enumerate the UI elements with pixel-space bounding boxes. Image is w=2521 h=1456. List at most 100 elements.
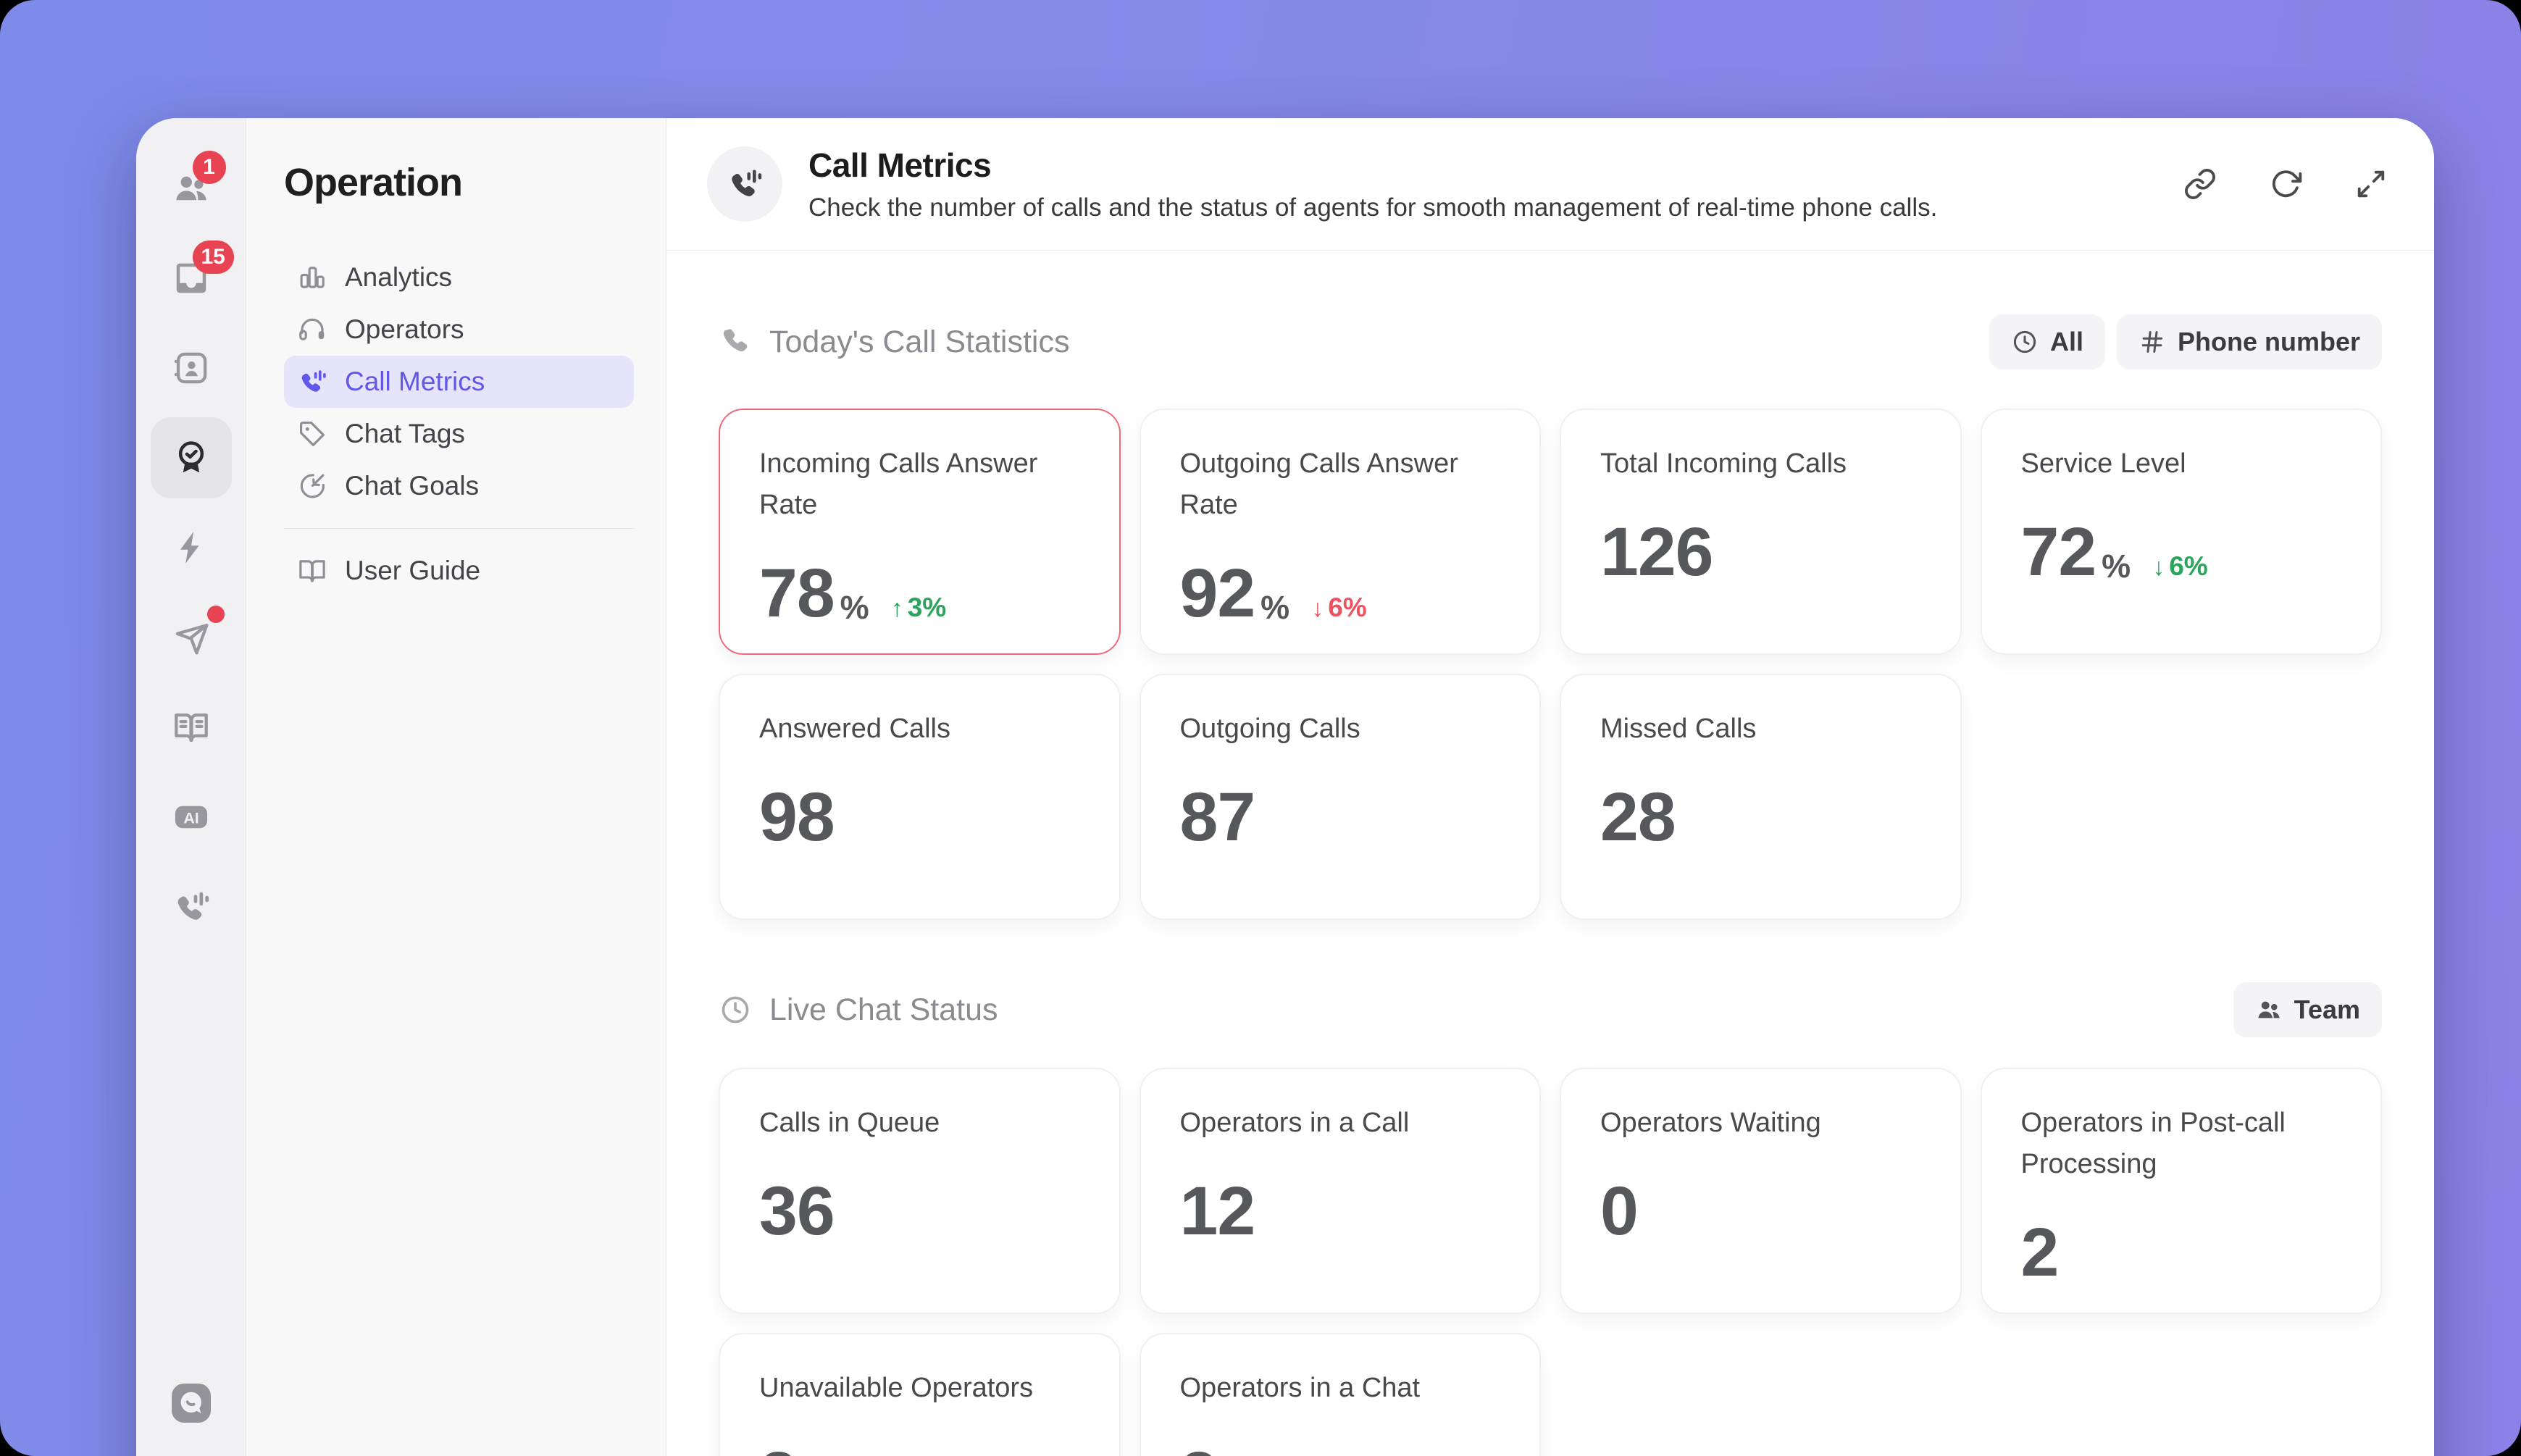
stat-card-trend: ↓ 6% [2152, 553, 2207, 587]
stat-card-service-level[interactable]: Service Level 72 % ↓ 6% [1980, 409, 2382, 655]
open-book-icon [299, 560, 325, 582]
stat-card-trend: ↓ 6% [1311, 594, 1366, 628]
sidebar-menu: Analytics Operators Call Metrics Chat Ta… [284, 251, 634, 597]
header-actions [2183, 167, 2388, 201]
stat-card-answered-calls[interactable]: Answered Calls 98 [719, 674, 1121, 920]
headset-icon [299, 318, 325, 340]
rail-item-app-logo[interactable] [168, 1380, 214, 1426]
trend-value: 6% [1328, 593, 1367, 622]
team-icon [2258, 1001, 2280, 1018]
stat-card-missed-calls[interactable]: Missed Calls 28 [1560, 674, 1962, 920]
stat-card-operators-post-call[interactable]: Operators in Post-call Processing 2 [1980, 1068, 2382, 1314]
stat-card-value: 126 [1600, 514, 1714, 590]
screen-background: 1 15 AI Operation Analytics Operators Ca… [0, 0, 2521, 1456]
filter-phone-number-label: Phone number [2177, 327, 2360, 356]
stat-card-value: 78 [759, 555, 835, 632]
svg-text:AI: AI [183, 809, 198, 827]
rail-item-operation[interactable] [150, 417, 232, 498]
stat-card-title: Calls in Queue [759, 1108, 940, 1138]
sidebar-title: Operation [284, 161, 463, 204]
rosette-check-icon [178, 441, 204, 473]
rail-item-customers[interactable] [168, 345, 214, 391]
stat-card-calls-in-queue[interactable]: Calls in Queue 36 [719, 1068, 1121, 1314]
link-icon[interactable] [2183, 167, 2217, 201]
hash-icon [2141, 331, 2163, 353]
section-today-call-statistics: Today's Call Statistics All Phone number… [719, 314, 2382, 920]
page-header: Call Metrics Check the number of calls a… [666, 118, 2434, 251]
stats-grid-today: Incoming Calls Answer Rate 78 % ↑ 3% Out… [719, 409, 2382, 920]
stat-card-outgoing-calls[interactable]: Outgoing Calls 87 [1139, 674, 1541, 920]
trend-arrow-icon: ↑ [890, 595, 903, 622]
refresh-icon[interactable] [2269, 167, 2302, 201]
contacts-icon [174, 352, 206, 384]
rail-item-call[interactable] [168, 884, 214, 930]
page-title: Call Metrics [808, 146, 992, 184]
stat-card-title: Operators in a Call [1179, 1108, 1410, 1138]
stat-card-unavailable-operators[interactable]: Unavailable Operators 2 [719, 1333, 1121, 1456]
unread-badge: 1 [192, 151, 226, 184]
sidebar-item-chat-tags[interactable]: Chat Tags [284, 408, 634, 460]
stat-card-incoming-answer-rate[interactable]: Incoming Calls Answer Rate 78 % ↑ 3% [719, 409, 1121, 655]
stat-card-total-incoming[interactable]: Total Incoming Calls 126 [1560, 409, 1962, 655]
sidebar-item-label: Operators [345, 314, 464, 344]
phone-icon [723, 329, 748, 352]
sidebar-item-user-guide[interactable]: User Guide [284, 545, 634, 597]
team-button[interactable]: Team [2233, 982, 2382, 1037]
sidebar-item-label: Call Metrics [345, 367, 485, 396]
stat-card-value: 2 [1180, 1442, 1218, 1456]
sidebar-item-operators[interactable]: Operators [284, 304, 634, 356]
stat-card-operators-in-call[interactable]: Operators in a Call 12 [1139, 1068, 1541, 1314]
rail-item-contacts-users[interactable]: 1 [168, 151, 226, 212]
stat-card-title: Incoming Calls Answer Rate [759, 448, 1038, 520]
stat-card-title: Operators in Post-call Processing [2020, 1108, 2286, 1179]
stat-card-outgoing-answer-rate[interactable]: Outgoing Calls Answer Rate 92 % ↓ 6% [1139, 409, 1541, 655]
clock-icon [722, 996, 749, 1024]
filter-all-button[interactable]: All [1989, 314, 2105, 369]
trend-arrow-icon: ↓ [1311, 595, 1324, 622]
stat-card-value: 28 [1600, 779, 1676, 855]
sidebar-item-analytics[interactable]: Analytics [284, 251, 634, 304]
stat-card-title: Unavailable Operators [759, 1373, 1034, 1403]
sidebar-item-chat-goals[interactable]: Chat Goals [284, 460, 634, 512]
trend-arrow-icon: ↓ [2152, 553, 2165, 581]
icon-rail: 1 15 AI [136, 118, 246, 1456]
stat-card-unit: % [840, 589, 869, 626]
filter-phone-number-button[interactable]: Phone number [2116, 314, 2382, 369]
stat-card-value: 98 [759, 779, 835, 855]
sidebar-item-label: Analytics [345, 262, 453, 292]
inbox-badge: 15 [192, 240, 234, 274]
sidebar-item-label: Chat Tags [345, 419, 465, 448]
stat-card-operators-waiting[interactable]: Operators Waiting 0 [1560, 1068, 1962, 1314]
bar-chart-icon [300, 267, 325, 288]
trend-value: 6% [2169, 551, 2208, 581]
rail-item-campaigns[interactable] [168, 606, 225, 661]
stat-card-operators-in-chat[interactable]: Operators in a Chat 2 [1139, 1333, 1541, 1456]
stat-card-value: 72 [2020, 514, 2097, 590]
rail-item-knowledge[interactable] [168, 704, 214, 750]
open-book-icon [174, 713, 208, 742]
sidebar-item-label: Chat Goals [345, 471, 480, 501]
app-logo-icon [171, 1384, 211, 1423]
rail-item-inbox[interactable]: 15 [168, 240, 234, 301]
sidebar-item-call-metrics[interactable]: Call Metrics [284, 356, 634, 408]
stat-card-title: Answered Calls [759, 714, 950, 744]
phone-wave-icon [177, 892, 209, 920]
expand-icon[interactable] [2354, 167, 2388, 201]
stat-card-value: 92 [1179, 555, 1256, 632]
rail-item-ai[interactable]: AI [168, 794, 214, 840]
phone-wave-icon [301, 370, 326, 392]
operation-sidebar: Operation Analytics Operators Call Metri… [246, 118, 666, 1456]
stat-card-unit: % [1260, 589, 1290, 626]
sidebar-item-label: User Guide [345, 556, 481, 585]
stats-grid-live: Calls in Queue 36 Operators in a Call 12 [719, 1068, 2382, 1456]
trend-value: 3% [907, 593, 947, 622]
notification-dot [206, 606, 225, 623]
stat-card-value: 2 [2020, 1214, 2060, 1291]
rail-item-automation[interactable] [168, 524, 214, 571]
filter-all-label: All [2049, 327, 2083, 356]
stat-card-title: Operators Waiting [1600, 1108, 1821, 1138]
main-content: Call Metrics Check the number of calls a… [666, 118, 2434, 1456]
stat-card-value: 2 [759, 1442, 798, 1456]
stat-card-value: 0 [1600, 1173, 1639, 1250]
section-title: Live Chat Status [769, 992, 998, 1027]
